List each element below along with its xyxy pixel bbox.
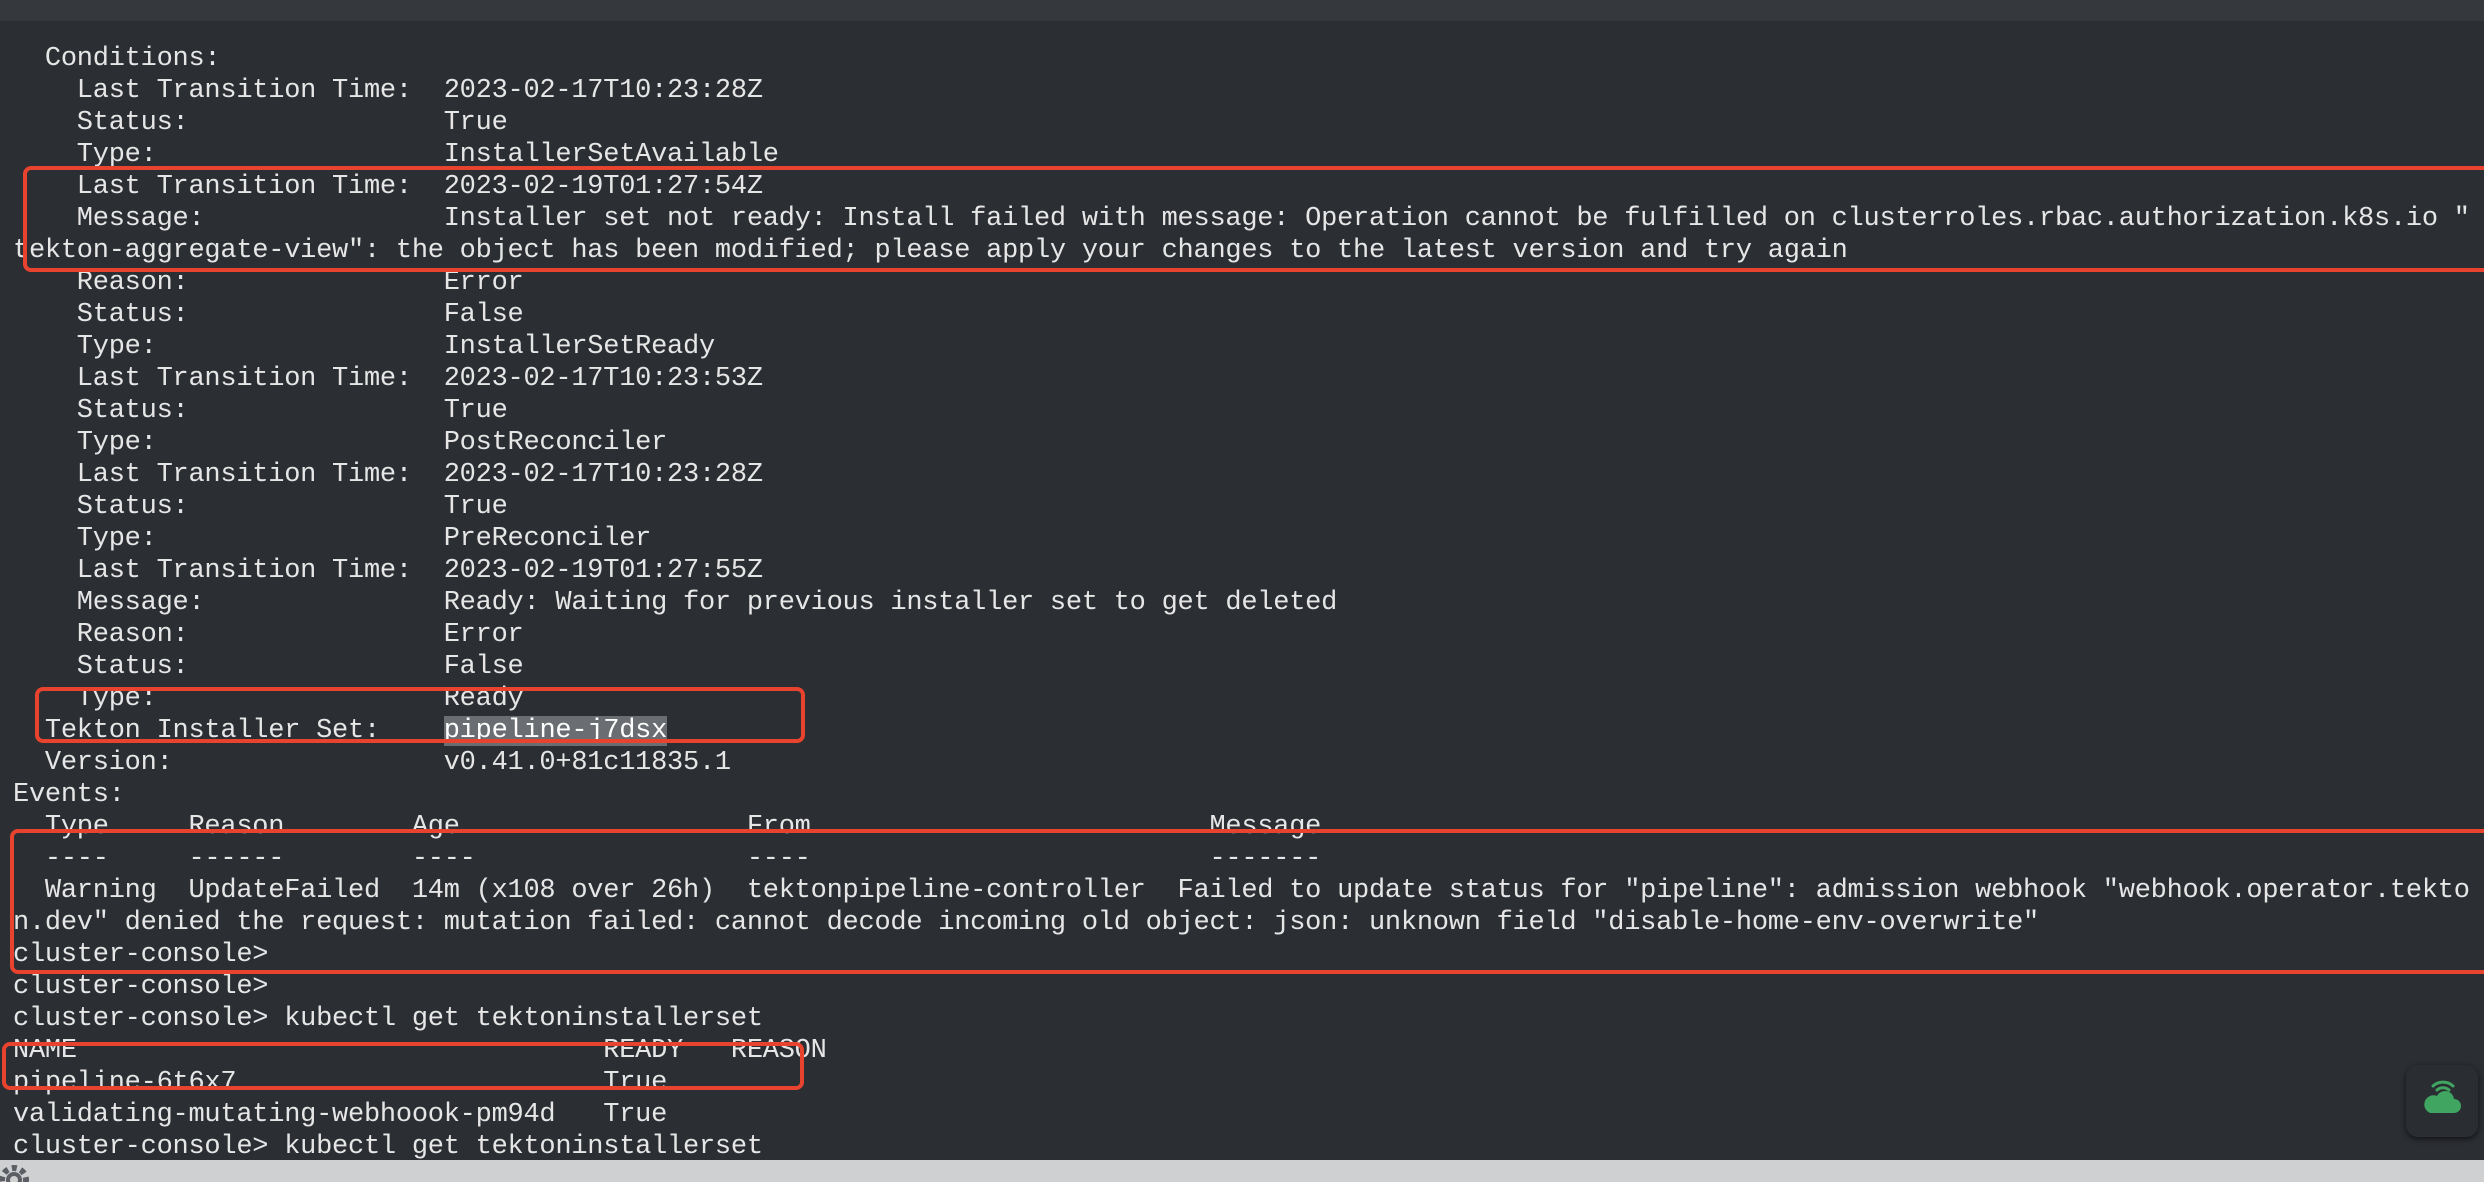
window-top-bar — [0, 0, 2484, 22]
terminal-line: Last Transition Time: 2023-02-17T10:23:2… — [13, 76, 763, 106]
selected-text: pipeline-j7dsx — [443, 716, 668, 746]
terminal-line: Last Transition Time: 2023-02-19T01:27:5… — [13, 172, 763, 202]
terminal-line: Type: PreReconciler — [13, 524, 652, 554]
terminal-line: pipeline-6t6x7 True — [13, 1068, 668, 1098]
terminal-line: validating-mutating-webhoook-pm94d True — [13, 1100, 668, 1130]
terminal-line: NAME READY REASON — [13, 1036, 827, 1066]
terminal-line: Tekton Installer Set: pipeline-j7dsx — [13, 716, 668, 746]
terminal-line: Status: False — [13, 300, 524, 330]
terminal-line: Status: True — [13, 492, 508, 522]
terminal-line: Events: — [13, 780, 125, 810]
terminal-line: cluster-console> kubectl get tektoninsta… — [13, 1004, 763, 1034]
cloud-signal-icon — [2420, 1079, 2464, 1124]
terminal-line: Type Reason Age From Message — [13, 812, 1322, 842]
terminal-line: Type: PostReconciler — [13, 428, 668, 458]
terminal-line: Status: True — [13, 108, 508, 138]
terminal-line: Conditions: — [13, 44, 221, 74]
terminal-line: Reason: Error — [13, 620, 524, 650]
terminal-line: n.dev" denied the request: mutation fail… — [13, 908, 2039, 938]
terminal-line: Last Transition Time: 2023-02-17T10:23:5… — [13, 364, 763, 394]
gear-icon[interactable] — [0, 1158, 38, 1182]
terminal-line: ---- ------ ---- ---- ------- — [13, 844, 1322, 874]
terminal-line: Message: Ready: Waiting for previous ins… — [13, 588, 1338, 618]
terminal-line: cluster-console> kubectl get tektoninsta… — [13, 1132, 763, 1162]
floating-action-button[interactable] — [2406, 1065, 2478, 1137]
terminal-line: cluster-console> — [13, 972, 269, 1002]
terminal-line: Type: Ready — [13, 684, 524, 714]
terminal-line: Reason: Error — [13, 268, 524, 298]
terminal-line: Version: v0.41.0+81c11835.1 — [13, 748, 731, 778]
terminal-line: Message: Installer set not ready: Instal… — [13, 204, 2470, 234]
window-bottom-bar — [0, 1160, 2484, 1182]
terminal-line: Status: False — [13, 652, 524, 682]
terminal-line: Type: InstallerSetReady — [13, 332, 715, 362]
terminal-line: Type: InstallerSetAvailable — [13, 140, 779, 170]
terminal-line: Last Transition Time: 2023-02-17T10:23:2… — [13, 460, 763, 490]
terminal-line: Last Transition Time: 2023-02-19T01:27:5… — [13, 556, 763, 586]
terminal-line: tekton-aggregate-view": the object has b… — [13, 236, 1848, 266]
terminal-window[interactable]: Conditions: Last Transition Time: 2023-0… — [0, 21, 2484, 1163]
terminal-line: Warning UpdateFailed 14m (x108 over 26h)… — [13, 876, 2470, 906]
terminal-output[interactable]: Conditions: Last Transition Time: 2023-0… — [13, 43, 2470, 1163]
terminal-line: Status: True — [13, 396, 508, 426]
terminal-line: cluster-console> — [13, 940, 269, 970]
